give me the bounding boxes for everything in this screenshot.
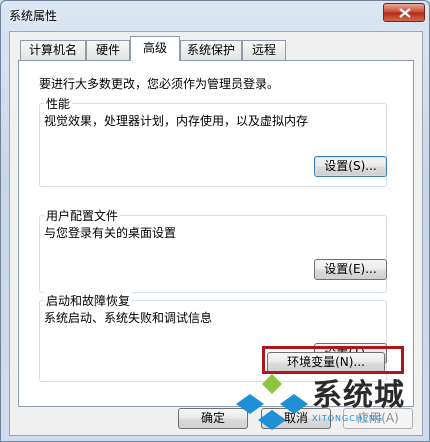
tab-computer-name[interactable]: 计算机名 [20,40,86,60]
user-profiles-title: 用户配置文件 [44,207,121,224]
watermark-text: 系统城 [312,378,405,413]
performance-settings-button[interactable]: 设置(S)... [314,156,387,177]
window-title: 系统属性 [9,9,58,23]
performance-group: 性能 视觉效果，处理器计划，内存使用，以及虚拟内存 设置(S)... [39,95,387,187]
performance-description: 视觉效果，处理器计划，内存使用，以及虚拟内存 [44,114,309,128]
tab-hardware[interactable]: 硬件 [86,40,130,60]
startup-recovery-title: 启动和故障恢复 [44,292,133,309]
user-profiles-description: 与您登录有关的桌面设置 [44,226,177,240]
close-icon [399,8,411,18]
watermark-subtext: XITONGCHENG [312,414,384,423]
tab-system-protection[interactable]: 系统保护 [180,40,242,60]
tab-remote[interactable]: 远程 [242,40,286,60]
tab-advanced[interactable]: 高级 [130,36,180,61]
startup-recovery-description: 系统启动、系统失败和调试信息 [44,311,213,325]
close-button[interactable] [383,3,425,22]
user-profiles-group: 用户配置文件 与您登录有关的桌面设置 设置(E)... [39,207,387,293]
user-profiles-settings-button[interactable]: 设置(E)... [314,259,387,280]
performance-title: 性能 [44,95,73,112]
admin-note: 要进行大多数更改，您必须作为管理员登录。 [39,77,280,91]
watermark-logo-icon [236,374,308,430]
